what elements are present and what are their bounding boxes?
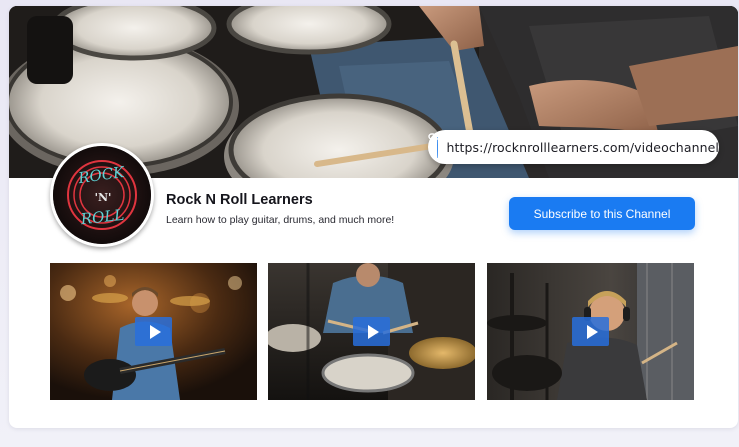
video-thumbnail[interactable] [268, 263, 475, 400]
play-button[interactable] [353, 317, 390, 346]
subscribe-button[interactable]: Subscribe to this Channel [509, 197, 695, 230]
play-icon [367, 324, 379, 339]
logo-text-middle: 'N' [95, 191, 112, 204]
play-icon [586, 324, 598, 339]
channel-card: https://rocknrolllearners.com/videochann… [9, 6, 738, 428]
play-button[interactable] [572, 317, 609, 346]
rock-n-roll-logo: ROCK 'N' ROLL [53, 146, 151, 244]
channel-name: Rock N Roll Learners [166, 192, 313, 208]
play-icon [149, 324, 161, 339]
play-button[interactable] [135, 317, 172, 346]
channel-logo-avatar: ROCK 'N' ROLL [50, 143, 154, 247]
video-thumbnail[interactable] [50, 263, 257, 400]
channel-url-pill[interactable]: https://rocknrolllearners.com/videochann… [428, 130, 719, 164]
video-thumbnail[interactable] [487, 263, 694, 400]
channel-description: Learn how to play guitar, drums, and muc… [166, 214, 395, 226]
channel-url-text: https://rocknrolllearners.com/videochann… [446, 139, 719, 155]
